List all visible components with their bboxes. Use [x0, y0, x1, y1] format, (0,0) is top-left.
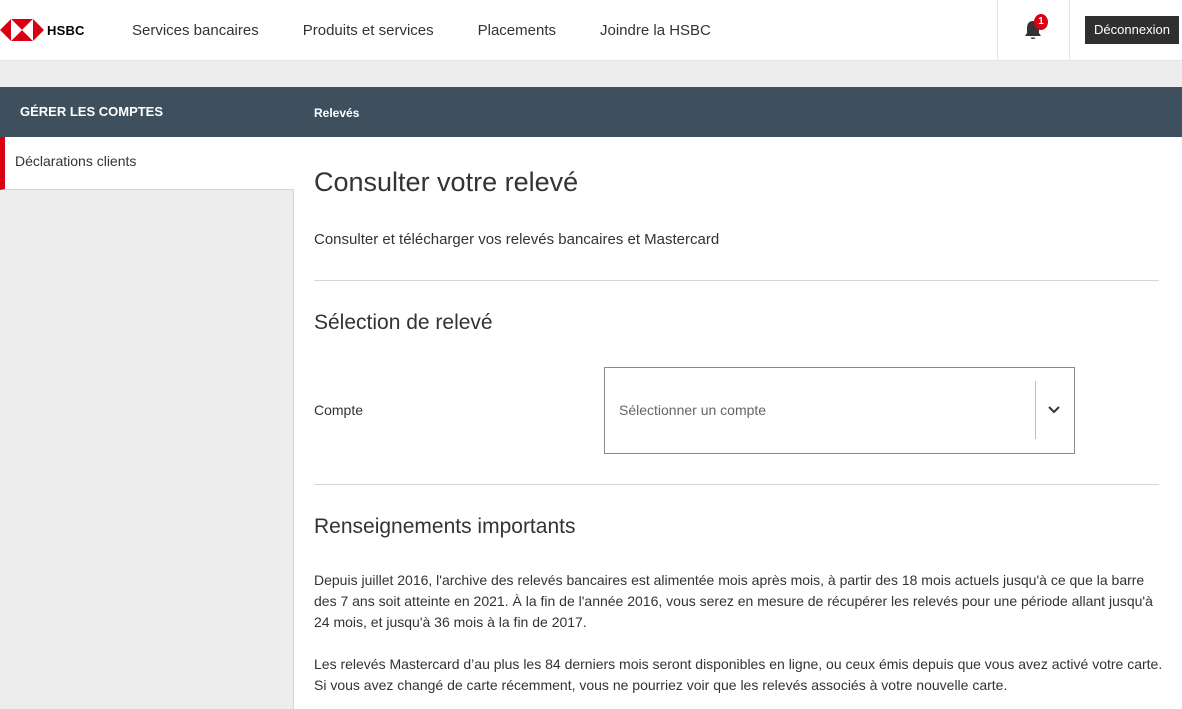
page-section-title: Relevés [314, 106, 360, 120]
nav-divider [1069, 0, 1070, 60]
chevron-down-icon [1048, 406, 1060, 414]
page-title: Consulter votre relevé [314, 167, 579, 197]
sidebar-title: GÉRER LES COMPTES [20, 104, 164, 119]
nav-joindre-la-hsbc[interactable]: Joindre la HSBC [600, 22, 711, 39]
sidebar-item-label: Déclarations clients [15, 153, 137, 169]
nav-services-bancaires[interactable]: Services bancaires [132, 22, 259, 39]
hsbc-hexagon-logo-icon [0, 19, 44, 41]
brand-name: HSBC [47, 22, 85, 38]
selection-heading: Sélection de relevé [314, 311, 493, 334]
info-paragraph: Les relevés Mastercard d’au plus les 84 … [314, 656, 1163, 693]
nav-placements[interactable]: Placements [478, 22, 556, 39]
select-divider [1035, 381, 1036, 439]
info-heading: Renseignements importants [314, 515, 576, 538]
hsbc-logo[interactable]: HSBC [0, 17, 85, 43]
info-paragraph: Depuis juillet 2016, l'archive des relev… [314, 572, 1153, 630]
divider [314, 484, 1159, 485]
top-navigation: HSBC Services bancaires Produits et serv… [0, 0, 1182, 61]
nav-divider [997, 0, 998, 60]
divider [314, 280, 1159, 281]
main-nav: Services bancaires Produits et services … [132, 0, 755, 60]
main-content: Consulter votre relevé Consulter et télé… [294, 137, 1182, 709]
notification-badge: 1 [1034, 14, 1048, 30]
logout-button[interactable]: Déconnexion [1085, 16, 1179, 44]
account-select-placeholder: Sélectionner un compte [619, 402, 767, 418]
page-subtitle: Consulter et télécharger vos relevés ban… [314, 231, 720, 248]
section-header: GÉRER LES COMPTES Relevés [0, 87, 1182, 137]
nav-produits-et-services[interactable]: Produits et services [303, 22, 434, 39]
sidebar-item-declarations-clients[interactable]: Déclarations clients [0, 137, 294, 190]
account-label: Compte [314, 402, 364, 418]
account-select[interactable]: Sélectionner un compte [604, 367, 1075, 454]
